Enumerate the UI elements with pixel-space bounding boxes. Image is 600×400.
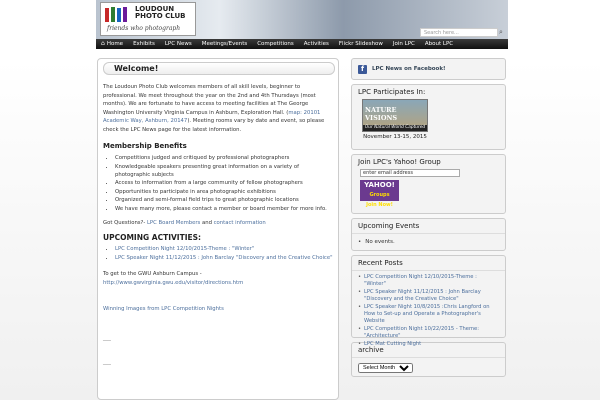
recent-post-link[interactable]: LPC Competition Night 10/22/2015 - Theme… xyxy=(364,326,479,339)
board-members-link[interactable]: LPC Board Members xyxy=(147,220,200,226)
yahoo-title: Join LPC's Yahoo! Group xyxy=(358,158,441,166)
events-title: Upcoming Events xyxy=(352,219,505,234)
facebook-icon: f xyxy=(358,64,367,74)
gwu-directions: To get to the GWU Ashburn Campus - http:/… xyxy=(103,271,244,286)
activities-heading: UPCOMING ACTIVITIES: xyxy=(103,232,202,242)
nav-about-lpc[interactable]: About LPC xyxy=(420,39,458,49)
recent-posts-widget: Recent Posts LPC Competition Night 12/10… xyxy=(351,255,506,348)
activity-link[interactable]: LPC Competition Night 12/10/2015-Theme :… xyxy=(115,246,254,252)
yahoo-join-button[interactable]: YAHOO! Groups Join Now! xyxy=(360,180,399,208)
recent-title: Recent Posts xyxy=(352,256,505,271)
facebook-widget[interactable]: f LPC News on Facebook! xyxy=(351,58,506,80)
banner-date: November 13-15, 2015 xyxy=(363,134,427,140)
nav-exhibits[interactable]: Exhibits xyxy=(128,39,160,49)
list-item: We have many more, please contact a memb… xyxy=(115,205,335,213)
recent-post-link[interactable]: LPC Speaker Night 11/12/2015 : John Barc… xyxy=(364,289,481,302)
benefits-list: Competitions judged and critiqued by pro… xyxy=(115,154,335,213)
activity-link[interactable]: LPC Speaker Night 11/12/2015 : John Barc… xyxy=(115,255,333,261)
separator-1: ___ xyxy=(103,334,111,341)
gwu-directions-link[interactable]: http://www.gwvirginia.gwu.edu/visitor/di… xyxy=(103,280,243,286)
winning-images-link[interactable]: Winning Images from LPC Competition Nigh… xyxy=(103,306,224,312)
intro-paragraph: The Loudoun Photo Club welcomes members … xyxy=(103,84,325,133)
search-input[interactable]: Search here... xyxy=(420,28,498,37)
yahoo-widget: Join LPC's Yahoo! Group enter email addr… xyxy=(351,154,506,214)
photographers-silhouette-icon xyxy=(105,7,127,22)
site-logo[interactable]: LOUDOUN PHOTO CLUB friends who photograph xyxy=(100,2,196,36)
nav-flickr-slideshow[interactable]: Flickr Slideshow xyxy=(334,39,388,49)
recent-post-link[interactable]: LPC Speaker Night 10/8/2015 :Chris Langf… xyxy=(364,304,490,324)
list-item: Knowledgeable speakers presenting great … xyxy=(115,163,335,180)
participates-widget: LPC Participates In: NATURE VISIONS Our N… xyxy=(351,84,506,150)
archive-select[interactable]: Select Month xyxy=(358,363,413,373)
nav-home[interactable]: ⌂ Home xyxy=(96,39,128,49)
nav-lpc-news[interactable]: LPC News xyxy=(160,39,197,49)
logo-line2: PHOTO CLUB xyxy=(135,12,186,20)
nature-visions-banner[interactable]: NATURE VISIONS Our Natural World Captured xyxy=(362,99,428,132)
activities-list: LPC Competition Night 12/10/2015-Theme :… xyxy=(115,245,335,262)
home-icon: ⌂ xyxy=(101,40,105,47)
yahoo-email-input[interactable]: enter email address xyxy=(360,169,460,177)
benefits-heading: Membership Benefits xyxy=(103,141,187,150)
list-item: Access to information from a large commu… xyxy=(115,179,335,187)
participates-title: LPC Participates In: xyxy=(358,88,426,96)
nav-activities[interactable]: Activities xyxy=(299,39,334,49)
events-empty: No events. xyxy=(352,234,505,250)
questions-line: Got Questions?- LPC Board Members and co… xyxy=(103,220,266,226)
nav-competitions[interactable]: Competitions xyxy=(252,39,299,49)
nav-meetings-events[interactable]: Meetings/Events xyxy=(197,39,253,49)
search-icon[interactable]: ⌕ xyxy=(499,28,507,37)
recent-post-link[interactable]: LPC Mat Cutting Night xyxy=(364,341,421,347)
separator-2: ___ xyxy=(103,359,111,366)
list-item: Competitions judged and critiqued by pro… xyxy=(115,154,335,162)
logo-tagline: friends who photograph xyxy=(107,25,181,32)
main-nav: ⌂ Home Exhibits LPC News Meetings/Events … xyxy=(96,39,508,49)
main-content: Welcome! The Loudoun Photo Club welcomes… xyxy=(97,58,339,400)
list-item: Opportunities to participate in area pho… xyxy=(115,188,335,196)
page-title: Welcome! xyxy=(103,62,335,75)
contact-info-link[interactable]: contact information xyxy=(214,220,266,226)
sidebar: f LPC News on Facebook! LPC Participates … xyxy=(351,58,506,381)
list-item: Organized and semi-formal field trips to… xyxy=(115,196,335,204)
nav-join-lpc[interactable]: Join LPC xyxy=(388,39,420,49)
recent-post-link[interactable]: LPC Competition Night 12/10/2015-Theme :… xyxy=(364,274,477,287)
events-widget: Upcoming Events No events. xyxy=(351,218,506,251)
